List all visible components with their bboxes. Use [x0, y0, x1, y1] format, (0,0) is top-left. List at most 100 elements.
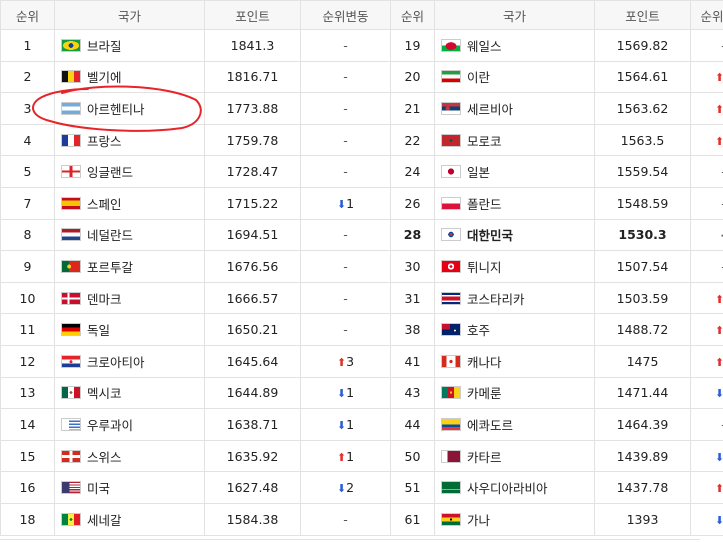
arrow-up-icon: ⬆ — [714, 355, 723, 369]
rank-cell: 10 — [0, 281, 55, 315]
table-row: 1브라질1841.3-19웨일스1569.82- — [0, 29, 723, 62]
points-cell: 1773.88 — [204, 92, 301, 125]
table-bottom-border — [0, 539, 700, 540]
country-cell: 호주 — [434, 313, 595, 346]
no-change-dash: - — [343, 69, 348, 85]
rank-change-cell: ⬇1 — [300, 186, 391, 220]
country-name: 우루과이 — [87, 417, 134, 433]
country-name: 폴란드 — [467, 196, 502, 212]
table-row: 16미국1627.48⬇251사우디아라비아1437.78⬆2 — [0, 471, 723, 504]
points-cell: 1645.64 — [204, 344, 301, 378]
table-header-row: 순위 국가 포인트 순위변동 순위 국가 포인트 순위변동 — [0, 0, 723, 30]
no-change-dash: - — [343, 511, 348, 527]
points-cell: 1584.38 — [204, 502, 301, 536]
country-name: 덴마크 — [87, 291, 122, 307]
points-cell: 1644.89 — [204, 376, 301, 410]
flag-iran-icon — [441, 70, 461, 84]
table-row: 11 독일 1650.21 - 38 호주 1488.72⬆1 — [0, 313, 723, 346]
country-name: 이란 — [467, 70, 491, 86]
points-cell: 1464.39 — [594, 408, 691, 441]
country-cell: 미국 — [54, 471, 205, 504]
flag-croatia-icon — [61, 354, 81, 368]
flag-portugal-icon — [61, 259, 81, 273]
rank-change-cell: ⬆4 — [690, 92, 723, 125]
country-cell: 프랑스 — [54, 123, 205, 157]
arrow-up-icon: ⬆ — [714, 324, 723, 338]
flag-serbia-icon — [441, 101, 461, 115]
no-change-dash: - — [343, 322, 348, 338]
rank-cell: 21 — [390, 92, 435, 125]
points-cell: 1559.54 — [594, 155, 691, 188]
rank-change-cell: ⬇2 — [690, 439, 723, 473]
table-row: 12크로아티아1645.64⬆341캐나다1475⬆2 — [0, 344, 723, 378]
table-row: 8네덜란드1694.51-28대한민국1530.3- — [0, 218, 723, 252]
points-cell: 1507.54 — [594, 250, 691, 283]
points-cell: 1569.82 — [594, 29, 691, 62]
points-cell: 1471.44 — [594, 376, 691, 410]
arrow-up-icon: ⬆ — [714, 482, 723, 496]
country-cell: 카타르 — [434, 439, 595, 473]
no-change-dash: - — [343, 100, 348, 116]
arrow-down-icon: ⬇ — [336, 482, 347, 496]
no-change-dash: - — [343, 164, 348, 180]
arrow-down-icon: ⬇ — [714, 513, 723, 527]
country-cell: 일본 — [434, 155, 595, 188]
points-cell: 1393 — [594, 502, 691, 536]
flag-ghana-icon — [441, 512, 461, 526]
flag-germany-icon — [61, 323, 81, 337]
country-cell: 모로코 — [434, 123, 595, 157]
flag-japan-icon — [441, 165, 461, 179]
rank-change-cell: - — [300, 502, 391, 536]
country-cell: 우루과이 — [54, 408, 205, 441]
header-country: 국가 — [54, 0, 205, 30]
arrow-down-icon: ⬇ — [336, 418, 347, 432]
country-name: 웨일스 — [467, 38, 502, 54]
rank-change-value: 1 — [346, 416, 355, 432]
rank-cell: 20 — [390, 60, 435, 94]
points-cell: 1548.59 — [594, 186, 691, 220]
rank-cell: 28 — [390, 218, 435, 252]
country-name: 아르헨티나 — [87, 101, 145, 117]
rank-change-cell: - — [690, 29, 723, 62]
rank-change-cell: - — [300, 155, 391, 188]
header-points: 포인트 — [204, 0, 301, 30]
country-cell: 스페인 — [54, 186, 205, 220]
points-cell: 1635.92 — [204, 439, 301, 473]
rank-cell: 4 — [0, 123, 55, 157]
rank-cell: 8 — [0, 218, 55, 252]
arrow-down-icon: ⬇ — [336, 197, 347, 211]
rank-cell: 1 — [0, 29, 55, 62]
rank-cell: 31 — [390, 281, 435, 315]
flag-tunisia-icon — [441, 259, 461, 273]
points-cell: 1564.61 — [594, 60, 691, 94]
country-cell: 이란 — [434, 60, 595, 94]
points-cell: 1816.71 — [204, 60, 301, 94]
table-row: 3 아르헨티나 1773.88 - 21 세르비아 1563.62⬆4 — [0, 92, 723, 125]
flag-costa-rica-icon — [441, 291, 461, 305]
flag-senegal-icon — [61, 512, 81, 526]
points-cell: 1694.51 — [204, 218, 301, 252]
rank-change-value: 1 — [346, 385, 355, 401]
arrow-up-icon: ⬆ — [714, 71, 723, 85]
no-change-dash: - — [343, 290, 348, 306]
points-cell: 1676.56 — [204, 250, 301, 283]
rank-change-cell: - — [300, 60, 391, 94]
flag-belgium-icon — [61, 70, 81, 84]
rank-change-cell: ⬇1 — [690, 502, 723, 536]
arrow-up-icon: ⬆ — [714, 102, 723, 116]
fifa-ranking-table: 순위 국가 포인트 순위변동 순위 국가 포인트 순위변동 1 브라질 1841.3… — [0, 0, 723, 536]
flag-wales-icon — [441, 38, 461, 52]
table-row: 4 프랑스 1759.78 - 22 모로코 1563.5⬆1 — [0, 123, 723, 157]
flag-france-icon — [61, 133, 81, 147]
flag-england-icon — [61, 165, 81, 179]
rank-change-cell: ⬇5 — [690, 376, 723, 410]
country-name: 카타르 — [467, 449, 502, 465]
country-cell: 튀니지 — [434, 250, 595, 283]
points-cell: 1759.78 — [204, 123, 301, 157]
country-name: 포르투갈 — [87, 259, 134, 275]
points-cell: 1650.21 — [204, 313, 301, 346]
country-cell: 포르투갈 — [54, 250, 205, 283]
country-cell: 잉글랜드 — [54, 155, 205, 188]
rank-change-cell: - — [300, 29, 391, 62]
country-name: 캐나다 — [467, 354, 502, 370]
